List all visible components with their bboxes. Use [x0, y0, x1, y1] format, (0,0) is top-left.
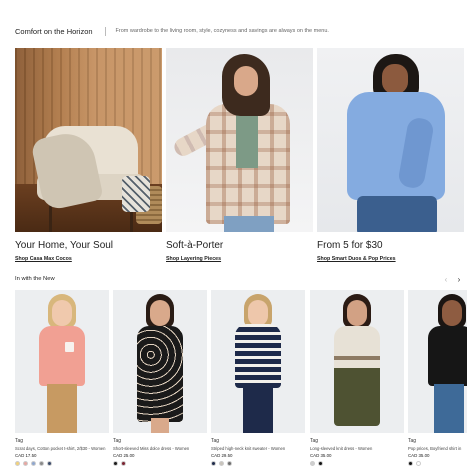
promo-link[interactable]: Shop Smart Duos & Pop Prices: [317, 256, 464, 262]
section-title: Comfort on the Horizon: [15, 26, 93, 36]
promo-link[interactable]: Shop Layering Pieces: [166, 256, 313, 262]
color-swatch[interactable]: [211, 461, 216, 466]
promo-image-plaid-shacket[interactable]: [166, 48, 313, 232]
color-swatch[interactable]: [39, 461, 44, 466]
header-divider: [104, 26, 106, 36]
product-brand: Tag: [15, 438, 24, 444]
color-swatches: [408, 461, 467, 466]
product-name[interactable]: Short-sleeved Miss dolce dress - Women: [113, 446, 207, 451]
color-swatch[interactable]: [408, 461, 413, 466]
color-swatch[interactable]: [219, 461, 224, 466]
promo-heading: From 5 for $30: [317, 240, 383, 251]
color-swatches: [113, 461, 207, 466]
promo-heading: Soft-à-Porter: [166, 240, 224, 251]
product-brand: Tag: [408, 438, 417, 444]
product-card[interactable]: Tag Short-sleeved Miss dolce dress - Wom…: [113, 290, 207, 466]
product-image[interactable]: [310, 290, 404, 433]
product-name[interactable]: Long-sleeved knit dress - Women: [310, 446, 404, 451]
color-swatches: [211, 461, 305, 466]
chevron-right-icon[interactable]: ›: [454, 275, 464, 285]
product-card[interactable]: Tag Long-sleeved knit dress - Women CAD …: [310, 290, 404, 466]
promo-card-prices[interactable]: From 5 for $30 Shop Smart Duos & Pop Pri…: [317, 48, 464, 262]
product-price: CAD 25.00: [113, 453, 135, 458]
product-price: CAD 35.00: [408, 453, 430, 458]
promo-image-blue-shirt[interactable]: [317, 48, 464, 232]
color-swatch[interactable]: [15, 461, 20, 466]
promo-card-layering[interactable]: Soft-à-Porter Shop Layering Pieces: [166, 48, 313, 262]
section-subtitle: From wardrobe to the living room, style,…: [115, 28, 329, 34]
product-brand: Tag: [211, 438, 220, 444]
carousel-header: In with the New ‹ ›: [15, 275, 464, 286]
product-card[interactable]: Tag Scrat days, Cotton pocket t-shirt, 2…: [15, 290, 109, 466]
color-swatch[interactable]: [23, 461, 28, 466]
chevron-left-icon[interactable]: ‹: [441, 275, 451, 285]
color-swatch[interactable]: [416, 461, 421, 466]
product-price: CAD 35.00: [310, 453, 332, 458]
product-price: CAD 29.50: [211, 453, 233, 458]
color-swatch[interactable]: [47, 461, 52, 466]
carousel-title: In with the New: [15, 276, 55, 282]
color-swatches: [15, 461, 109, 466]
product-card[interactable]: Tag Striped high-neck knit sweater - Wom…: [211, 290, 305, 466]
color-swatch[interactable]: [310, 461, 315, 466]
product-image[interactable]: [15, 290, 109, 433]
promo-card-home[interactable]: Your Home, Your Soul Shop Casa Max Cocos: [15, 48, 162, 262]
promo-image-living-room[interactable]: [15, 48, 162, 232]
color-swatch[interactable]: [227, 461, 232, 466]
product-brand: Tag: [113, 438, 122, 444]
product-brand: Tag: [310, 438, 319, 444]
color-swatch[interactable]: [121, 461, 126, 466]
product-name[interactable]: Pop prices, Boyfriend shirt in: [408, 446, 467, 451]
color-swatches: [310, 461, 404, 466]
color-swatch[interactable]: [318, 461, 323, 466]
product-image[interactable]: [408, 290, 467, 433]
product-price: CAD 17.50: [15, 453, 37, 458]
promo-heading: Your Home, Your Soul: [15, 240, 114, 251]
product-card[interactable]: Tag Pop prices, Boyfriend shirt in CAD 3…: [408, 290, 467, 466]
section-header: Comfort on the Horizon From wardrobe to …: [15, 25, 455, 37]
product-name[interactable]: Scrat days, Cotton pocket t-shirt, 2/$30…: [15, 446, 109, 451]
product-image[interactable]: [211, 290, 305, 433]
color-swatch[interactable]: [113, 461, 118, 466]
product-name[interactable]: Striped high-neck knit sweater - Women: [211, 446, 305, 451]
promo-link[interactable]: Shop Casa Max Cocos: [15, 256, 162, 262]
color-swatch[interactable]: [31, 461, 36, 466]
product-image[interactable]: [113, 290, 207, 433]
